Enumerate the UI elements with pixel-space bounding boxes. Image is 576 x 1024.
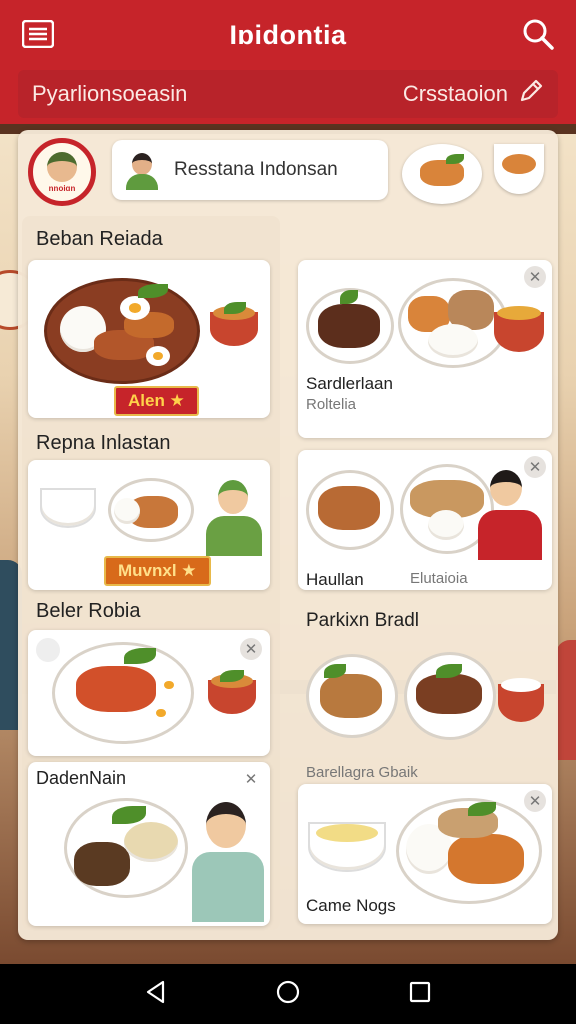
nav-recents-icon[interactable] bbox=[407, 979, 433, 1010]
dish-card[interactable]: ✕ Came Nogs bbox=[298, 784, 552, 924]
location-bar[interactable]: Pyarlionsoeasin Crsstaoion bbox=[18, 70, 558, 118]
dish-card[interactable]: Alen ★ bbox=[28, 260, 270, 418]
dish-card[interactable]: ✕ Sardlerlaan Roltelia bbox=[298, 260, 552, 438]
dish-card[interactable]: ✕ Haullan Elutaioia bbox=[298, 450, 552, 590]
nav-back-icon[interactable] bbox=[143, 979, 169, 1010]
close-icon[interactable]: ✕ bbox=[524, 266, 546, 288]
app-bar: Iɒidontia Pyarlionsoeasin Crsstaoion bbox=[0, 0, 576, 124]
dish-subtitle: Barellagra Gbaik bbox=[306, 764, 418, 780]
server-illustration bbox=[188, 802, 268, 922]
dish-subtitle: Elutaioia bbox=[410, 570, 468, 587]
app-title: Iɒidontia bbox=[229, 20, 347, 50]
dish-name: Came Nogs bbox=[306, 896, 396, 915]
share-icon[interactable] bbox=[36, 638, 60, 662]
system-nav-bar bbox=[0, 964, 576, 1024]
restaurant-name-pill[interactable]: Resstana Indonsan bbox=[112, 140, 388, 200]
section-title: Beler Robia bbox=[36, 600, 141, 622]
background-diner-right bbox=[556, 640, 576, 760]
dish-name: Haullan bbox=[306, 570, 364, 589]
search-icon[interactable] bbox=[520, 16, 556, 52]
dish-thumbnail[interactable] bbox=[402, 144, 482, 204]
dish-subtitle: Roltelia bbox=[306, 396, 357, 413]
server-illustration bbox=[474, 470, 544, 570]
dish-card[interactable]: ✕ bbox=[28, 630, 270, 756]
dish-thumbnail[interactable] bbox=[494, 144, 544, 194]
close-icon[interactable]: ✕ bbox=[240, 638, 262, 660]
menu-panel: nnoiɑn Resstana Indonsan Beban Reiada Al… bbox=[18, 130, 558, 940]
location-label: Pyarlionsoeasin bbox=[32, 81, 188, 106]
avatar bbox=[122, 150, 162, 190]
dish-card[interactable]: Barellagra Gbaik bbox=[298, 640, 552, 780]
pencil-icon[interactable] bbox=[518, 78, 544, 110]
close-icon[interactable]: ✕ bbox=[240, 768, 262, 790]
restaurant-logo: nnoiɑn bbox=[28, 138, 96, 206]
dish-card[interactable]: DadenNain ✕ bbox=[28, 762, 270, 926]
dish-card-body[interactable]: Muvnxl ★ bbox=[28, 460, 270, 590]
section-title: Parkixn Bradl bbox=[306, 610, 419, 631]
edit-label: Crsstaoion bbox=[402, 81, 508, 106]
restaurant-name: Resstana Indonsan bbox=[174, 159, 338, 180]
dish-name: Sardlerlaan bbox=[306, 374, 393, 393]
close-icon[interactable]: ✕ bbox=[524, 790, 546, 812]
dish-tag: Muvnxl ★ bbox=[104, 556, 211, 586]
dish-tag: Alen ★ bbox=[114, 386, 199, 416]
dish-title: DadenNain bbox=[36, 768, 127, 788]
nav-home-icon[interactable] bbox=[275, 979, 301, 1010]
server-illustration bbox=[204, 480, 264, 580]
section-title: Beban Reiada bbox=[36, 228, 163, 250]
